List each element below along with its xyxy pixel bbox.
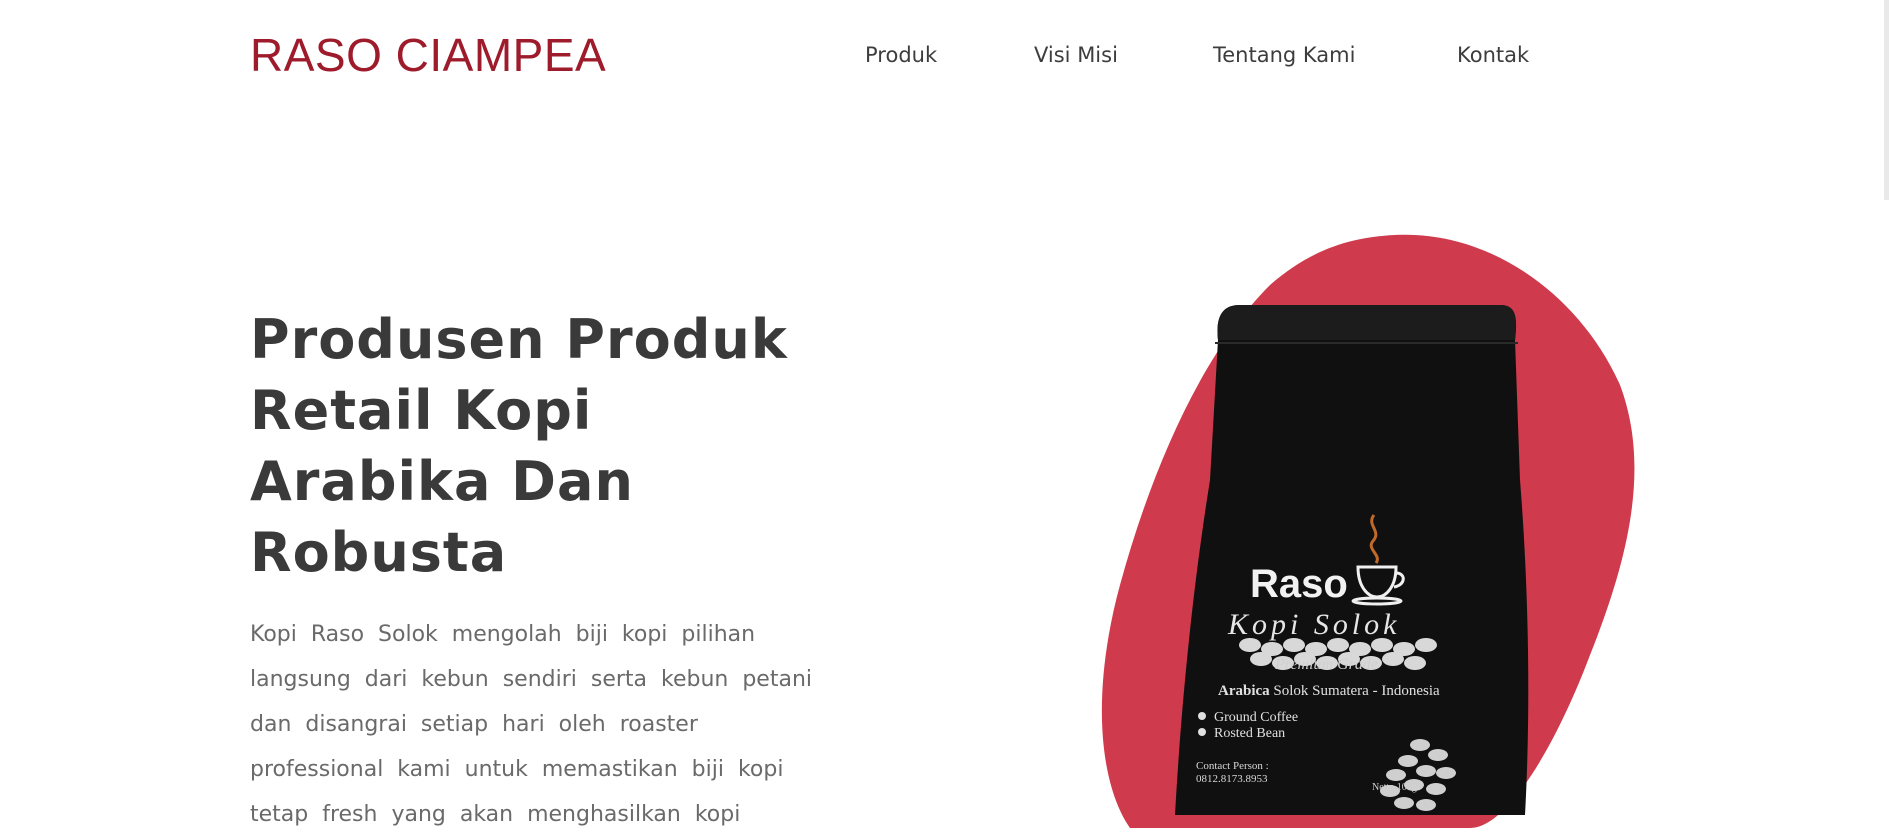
bag-netto: Netto 100gr: [1372, 782, 1421, 793]
hero-title-line: Arabika Dan: [250, 450, 634, 513]
hero-title-line: Produsen Produk: [250, 308, 788, 371]
bullet-icon: [1198, 712, 1206, 720]
bag-option: Ground Coffee: [1214, 710, 1298, 725]
nav-item-kontak[interactable]: Kontak: [1457, 43, 1529, 67]
site-header: RASO CIAMPEA Produk Visi Misi Tentang Ka…: [0, 0, 1889, 110]
nav-item-visi-misi[interactable]: Visi Misi: [1034, 43, 1118, 67]
bag-subtitle: Kopi Solok: [1227, 608, 1401, 641]
brand-logo[interactable]: RASO CIAMPEA: [250, 28, 606, 82]
hero-description: Kopi Raso Solok mengolah biji kopi pilih…: [250, 612, 813, 837]
bag-origin-region: Solok Sumatera - Indonesia: [1270, 683, 1440, 699]
hero-description-line: professional kami untuk memastikan biji …: [250, 757, 784, 782]
bag-origin-variety: Arabica: [1218, 683, 1270, 699]
hero-title-line: Robusta: [250, 521, 508, 584]
bag-contact-label: Contact Person :: [1196, 760, 1269, 772]
scrollbar[interactable]: [1884, 0, 1889, 200]
bag-grade: Premium Grade: [1274, 656, 1378, 673]
hero-title: Produsen Produk Retail Kopi Arabika Dan …: [250, 304, 850, 588]
hero-description-line: dan disangrai setiap hari oleh roaster: [250, 712, 698, 737]
bag-origin: Arabica Solok Sumatera - Indonesia: [1218, 683, 1440, 699]
hero-description-line: Kopi Raso Solok mengolah biji kopi pilih…: [250, 622, 756, 647]
bag-contact-number: 0812.8173.8953: [1196, 773, 1268, 785]
nav-item-produk[interactable]: Produk: [865, 43, 937, 67]
hero-description-line: langsung dari kebun sendiri serta kebun …: [250, 667, 813, 692]
coffee-bag: Raso Kopi Solok Premium Grade Arabica So…: [1175, 305, 1529, 815]
hero-description-line: tetap fresh yang akan menghasilkan kopi: [250, 802, 741, 827]
bullet-icon: [1198, 728, 1206, 736]
hero-product-illustration: Raso Kopi Solok Premium Grade Arabica So…: [1101, 234, 1635, 828]
nav-item-tentang-kami[interactable]: Tentang Kami: [1213, 43, 1355, 67]
bag-option: Rosted Bean: [1214, 726, 1285, 741]
hero-title-line: Retail Kopi: [250, 379, 593, 442]
bag-brand: Raso: [1250, 562, 1348, 606]
